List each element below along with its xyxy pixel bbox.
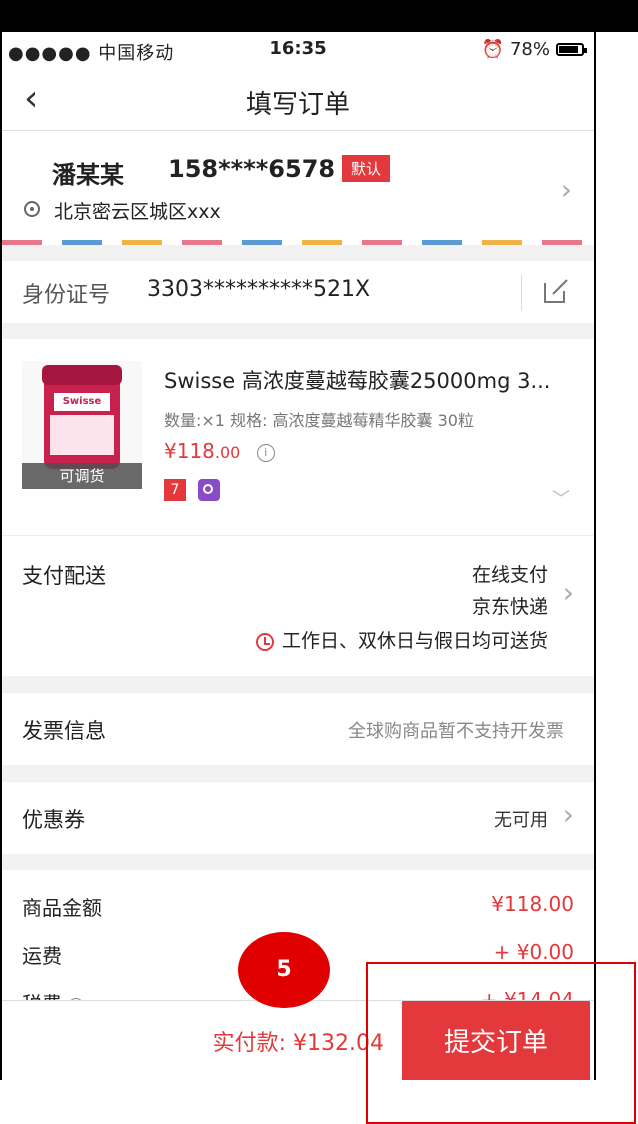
chevron-down-icon[interactable]: ﹀: [552, 485, 570, 511]
page-title: 填写订单: [245, 90, 350, 120]
status-right: ⏰ 78%: [481, 39, 587, 60]
product-price: ¥118.00 i: [164, 439, 275, 463]
battery-icon: [556, 43, 587, 56]
default-badge: 默认: [342, 155, 391, 182]
top-black-bar: [0, 0, 638, 32]
invoice-value: 全球购商品暂不支持开发票: [348, 721, 564, 742]
recipient-phone: 158****6578: [168, 155, 336, 183]
product-spec: 数量:×1 规格: 高浓度蔓越莓精华胶囊 30粒: [164, 411, 474, 430]
coupon-row[interactable]: 优惠券 无可用 ›: [2, 781, 594, 854]
location-icon: [24, 201, 40, 217]
coupon-label: 优惠券: [22, 808, 85, 832]
info-icon[interactable]: i: [256, 443, 275, 462]
payment-label: 支付配送: [22, 564, 106, 588]
recipient-name: 潘某某: [52, 161, 124, 189]
seven-day-return-icon: 7: [164, 479, 186, 501]
product-image: Swisse 可调货: [22, 361, 142, 489]
nav-bar: ‹ 填写订单: [2, 68, 594, 131]
chevron-right-icon: ›: [560, 173, 572, 206]
chevron-right-icon: ›: [562, 576, 574, 609]
step-annotation-badge: 5: [238, 932, 330, 1008]
delivery-note: 工作日、双休日与假日均可送货: [255, 626, 548, 653]
divider: [521, 275, 522, 311]
id-card-value: 3303**********521X: [147, 277, 371, 302]
status-bar: ●●●●● 中国移动 16:35 ⏰ 78%: [2, 32, 594, 68]
delivery-carrier: 京东快递: [471, 596, 548, 618]
clock-icon: [255, 632, 274, 651]
product-title: Swisse 高浓度蔓越莓胶囊25000mg 3...: [164, 369, 551, 393]
restock-tag: 可调货: [22, 463, 142, 489]
chevron-right-icon: ›: [562, 798, 574, 831]
payment-method: 在线支付: [471, 564, 548, 586]
alarm-icon: ⏰: [481, 39, 504, 60]
envelope-stripe: [2, 240, 594, 245]
invoice-row[interactable]: 发票信息 全球购商品暂不支持开发票: [2, 692, 594, 765]
battery-percent: 78%: [509, 39, 550, 60]
total-amount: 实付款: ¥132.04: [212, 1031, 384, 1056]
invoice-label: 发票信息: [22, 719, 106, 743]
highlight-box: [366, 962, 636, 1124]
goods-amount-row: 商品金额 ¥118.00: [22, 892, 574, 920]
address-card[interactable]: 潘某某 158****6578 默认 北京密云区城区xxx ›: [2, 131, 594, 245]
product-brand-logo: Swisse: [54, 393, 110, 411]
address-text: 北京密云区城区xxx: [54, 201, 221, 223]
coupon-value: 无可用: [494, 810, 548, 831]
id-card-row[interactable]: 身份证号 3303**********521X: [2, 261, 594, 323]
phone-screen: ●●●●● 中国移动 16:35 ⏰ 78% ‹ 填写订单 潘某某 158***…: [0, 32, 596, 1080]
id-card-label: 身份证号: [22, 283, 111, 308]
edit-icon[interactable]: [542, 277, 570, 305]
payment-delivery-row[interactable]: 支付配送 在线支付 京东快递 工作日、双休日与假日均可送货 ›: [2, 536, 594, 676]
global-purchase-icon: [198, 479, 220, 501]
product-item[interactable]: Swisse 可调货 Swisse 高浓度蔓越莓胶囊25000mg 3... 数…: [2, 339, 594, 536]
